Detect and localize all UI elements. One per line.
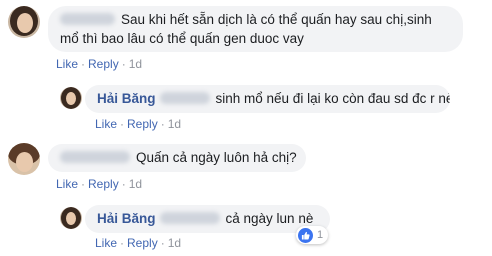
timestamp[interactable]: 1d	[168, 117, 181, 131]
like-icon	[298, 227, 313, 243]
avatar[interactable]	[8, 6, 40, 38]
timestamp[interactable]: 1d	[129, 177, 142, 191]
reply-button[interactable]: Reply	[127, 117, 158, 131]
comment-text: Quấn cả ngày luôn hả chị?	[136, 150, 297, 165]
reply-button[interactable]: Reply	[127, 236, 158, 250]
reply-1: Hải Băng sinh mổ nếu đi lại ko còn đau sd…	[0, 80, 492, 135]
avatar[interactable]	[60, 207, 82, 229]
comment-1: Sau khi hết sẵn dịch là có thể quấn hay …	[0, 0, 492, 75]
comment-thread: Sau khi hết sẵn dịch là có thể quấn hay …	[0, 0, 492, 256]
reply-actions: Like · Reply · 1d	[95, 117, 182, 131]
timestamp[interactable]: 1d	[129, 57, 142, 71]
timestamp[interactable]: 1d	[168, 236, 181, 250]
reply-button[interactable]: Reply	[88, 177, 119, 191]
reaction-count: 1	[317, 229, 324, 241]
reply-text: cả ngày lun nè	[225, 211, 314, 226]
author-name[interactable]: Hải Băng	[97, 211, 156, 226]
reply-button[interactable]: Reply	[88, 57, 119, 71]
comment-bubble: Quấn cả ngày luôn hả chị?	[48, 144, 306, 172]
like-button[interactable]: Like	[56, 177, 78, 191]
reply-bubble: Hải Băng sinh mổ nếu đi lại ko còn đau sd…	[85, 85, 450, 113]
reply-text: sinh mổ nếu đi lại ko còn đau sd đc r nè…	[215, 91, 450, 106]
blurred-author-surname	[159, 92, 210, 104]
blurred-author-name	[60, 13, 115, 25]
reply-2: Hải Băng cả ngày lun nè 1 Like · Reply · 1d	[0, 200, 492, 256]
comment-2: Quấn cả ngày luôn hả chị? Like · Reply · 1d	[0, 140, 492, 195]
comment-text: Sau khi hết sẵn dịch là có thể quấn hay …	[60, 12, 432, 46]
like-button[interactable]: Like	[95, 117, 117, 131]
reply-bubble: Hải Băng cả ngày lun nè	[85, 205, 330, 233]
avatar[interactable]	[8, 143, 40, 175]
comment-bubble: Sau khi hết sẵn dịch là có thể quấn hay …	[48, 6, 463, 52]
like-button[interactable]: Like	[95, 236, 117, 250]
comment-actions: Like · Reply · 1d	[56, 177, 143, 191]
author-name[interactable]: Hải Băng	[97, 91, 156, 106]
blurred-author-surname	[159, 212, 220, 224]
avatar[interactable]	[60, 87, 82, 109]
reply-actions: Like · Reply · 1d	[95, 236, 182, 250]
reaction-summary[interactable]: 1	[296, 226, 329, 244]
blurred-author-name	[60, 151, 130, 163]
like-button[interactable]: Like	[56, 57, 78, 71]
comment-actions: Like · Reply · 1d	[56, 57, 143, 71]
